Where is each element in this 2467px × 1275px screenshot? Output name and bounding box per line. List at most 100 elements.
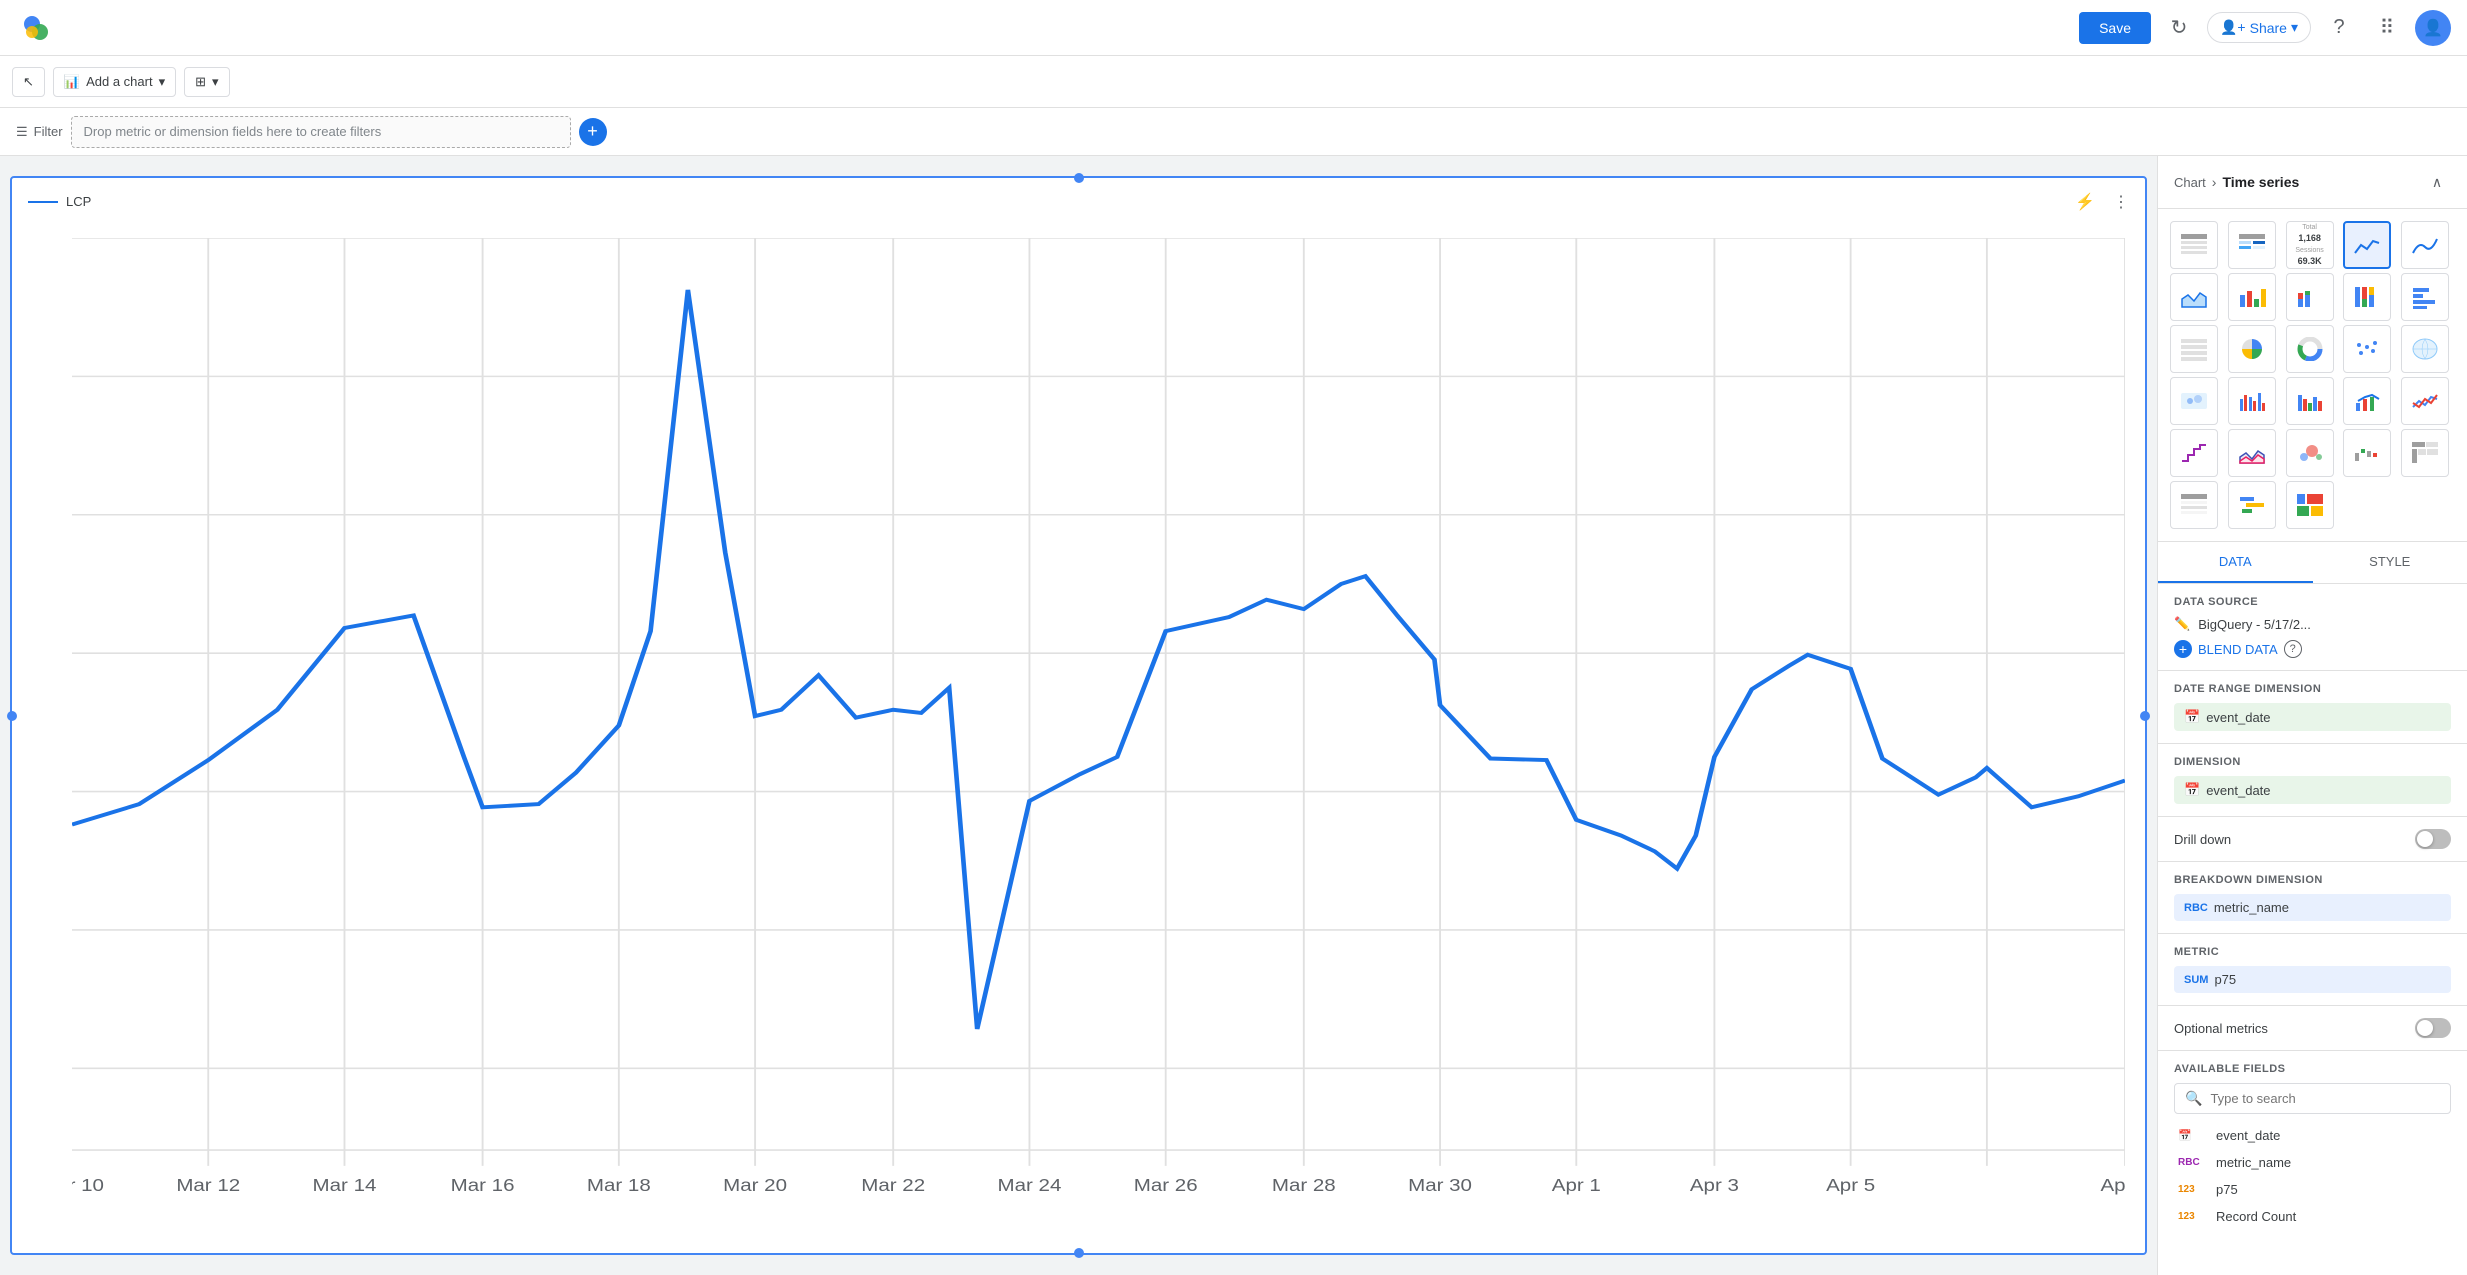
field-name-metric-name: metric_name <box>2216 1155 2291 1170</box>
filter-icon: ☰ <box>16 124 28 140</box>
save-button[interactable]: Save <box>2079 12 2151 44</box>
share-button[interactable]: 👤+ Share ▾ <box>2207 12 2311 43</box>
chart-type-scorecard[interactable]: Total 1,168 Sessions 69.3K <box>2286 221 2334 269</box>
select-tool-button[interactable]: ↖ <box>12 67 45 97</box>
filter-drop-text: Drop metric or dimension fields here to … <box>84 124 382 139</box>
tab-data[interactable]: DATA <box>2158 542 2313 583</box>
optional-metrics-toggle[interactable] <box>2415 1018 2451 1038</box>
chart-type-grouped-bar[interactable] <box>2286 377 2334 425</box>
field-name-record-count: Record Count <box>2216 1209 2296 1224</box>
filter-drop-zone[interactable]: Drop metric or dimension fields here to … <box>71 116 571 148</box>
calendar-icon-dim: 📅 <box>2184 782 2200 798</box>
date-range-label: Date Range Dimension <box>2174 683 2451 695</box>
chart-more-button[interactable]: ⋮ <box>2105 186 2137 218</box>
filter-add-button[interactable]: + <box>579 118 607 146</box>
metric-field[interactable]: SUM p75 <box>2174 966 2451 993</box>
data-source-row[interactable]: ✏️ BigQuery - 5/17/2... <box>2174 616 2451 632</box>
chart-type-bubble[interactable] <box>2286 429 2334 477</box>
date-range-field-name: event_date <box>2206 710 2270 725</box>
chart-type-area[interactable] <box>2170 273 2218 321</box>
svg-text:Mar 30: Mar 30 <box>1408 1176 1472 1195</box>
svg-text:Mar 26: Mar 26 <box>1134 1176 1198 1195</box>
chart-svg: 4K 3.8K 3.6K 3.4K 3.2K 3K 2.8K 2.6K Mar … <box>72 238 2125 1213</box>
chevron-down-icon: ▾ <box>159 74 166 90</box>
optional-metrics-row: Optional metrics <box>2174 1018 2451 1038</box>
chart-type-multi-line[interactable] <box>2401 377 2449 425</box>
help-button[interactable]: ? <box>2319 8 2359 48</box>
chart-type-geo-map[interactable] <box>2170 377 2218 425</box>
chart-type-time-series[interactable] <box>2343 221 2391 269</box>
cursor-icon: ↖ <box>23 74 34 90</box>
chart-container[interactable]: ⚡ ⋮ LCP <box>10 176 2147 1255</box>
chart-type-combo[interactable] <box>2343 377 2391 425</box>
field-name-p75: p75 <box>2216 1182 2238 1197</box>
field-item-record-count[interactable]: 123 Record Count <box>2174 1203 2451 1230</box>
field-item-p75[interactable]: 123 p75 <box>2174 1176 2451 1203</box>
chart-type-stepped[interactable] <box>2170 429 2218 477</box>
date-range-field[interactable]: 📅 event_date <box>2174 703 2451 731</box>
resize-handle-top[interactable] <box>1074 173 1084 183</box>
drill-down-toggle[interactable] <box>2415 829 2451 849</box>
calendar-icon: 📅 <box>2184 709 2200 725</box>
chart-type-scatter[interactable] <box>2343 325 2391 373</box>
chart-type-area2[interactable] <box>2228 429 2276 477</box>
search-field-container: 🔍 <box>2174 1083 2451 1114</box>
panel-collapse-button[interactable]: ∧ <box>2423 168 2451 196</box>
filterbar: ☰ Filter Drop metric or dimension fields… <box>0 108 2467 156</box>
svg-text:Mar 16: Mar 16 <box>451 1176 515 1195</box>
search-input[interactable] <box>2210 1091 2440 1106</box>
blend-data-row[interactable]: + BLEND DATA ? <box>2174 640 2451 658</box>
field-item-metric-name[interactable]: RBC metric_name <box>2174 1149 2451 1176</box>
svg-text:Apr 7: Apr 7 <box>2100 1176 2125 1195</box>
chart-type-100-bar[interactable] <box>2343 273 2391 321</box>
right-panel: Chart › Time series ∧ Total 1,168 Sessio… <box>2157 156 2467 1275</box>
user-avatar[interactable]: 👤 <box>2415 10 2451 46</box>
drill-down-row: Drill down <box>2174 829 2451 849</box>
blend-add-icon: + <box>2174 640 2192 658</box>
dimension-field[interactable]: 📅 event_date <box>2174 776 2451 804</box>
chart-type-pie[interactable] <box>2228 325 2276 373</box>
chart-type-bar[interactable] <box>2228 273 2276 321</box>
chart-type-colored-blocks[interactable] <box>2286 481 2334 529</box>
chart-svg-container: 4K 3.8K 3.6K 3.4K 3.2K 3K 2.8K 2.6K Mar … <box>12 228 2145 1253</box>
svg-text:Apr 5: Apr 5 <box>1826 1176 1875 1195</box>
date-range-section: Date Range Dimension 📅 event_date <box>2158 671 2467 744</box>
dimension-label: Dimension <box>2174 756 2451 768</box>
svg-text:Mar 12: Mar 12 <box>176 1176 240 1195</box>
abc-icon: RBC <box>2184 902 2208 914</box>
topbar: Save ↻ 👤+ Share ▾ ? ⠿ 👤 <box>0 0 2467 56</box>
main-content: ⚡ ⋮ LCP <box>0 156 2467 1275</box>
breakdown-field[interactable]: RBC metric_name <box>2174 894 2451 921</box>
chart-type-table2[interactable] <box>2170 481 2218 529</box>
available-fields-label: Available Fields <box>2174 1063 2451 1075</box>
svg-text:Apr 1: Apr 1 <box>1552 1176 1601 1195</box>
chart-type-waterfall[interactable] <box>2343 429 2391 477</box>
chart-type-gantt[interactable] <box>2228 481 2276 529</box>
chart-type-smooth-line[interactable] <box>2401 221 2449 269</box>
chart-type-horizontal-bar[interactable] <box>2401 273 2449 321</box>
chart-lightning-button[interactable]: ⚡ <box>2069 186 2101 218</box>
filter-label: ☰ Filter <box>16 124 63 140</box>
app-logo[interactable] <box>16 8 56 48</box>
breadcrumb-separator: › <box>2212 174 2217 190</box>
chart-type-donut[interactable] <box>2286 325 2334 373</box>
apps-button[interactable]: ⠿ <box>2367 8 2407 48</box>
chart-type-stacked-list[interactable] <box>2170 325 2218 373</box>
topbar-actions: Save ↻ 👤+ Share ▾ ? ⠿ 👤 <box>2079 8 2451 48</box>
canvas-area[interactable]: ⚡ ⋮ LCP <box>0 156 2157 1275</box>
field-item-event-date[interactable]: 📅 event_date <box>2174 1122 2451 1149</box>
chart-toolbar: ⚡ ⋮ <box>2069 186 2137 218</box>
legend-line <box>28 201 58 203</box>
chart-type-multi-bar[interactable] <box>2228 377 2276 425</box>
chart-type-map[interactable] <box>2401 325 2449 373</box>
chart-type-table[interactable] <box>2170 221 2218 269</box>
breadcrumb-current: Time series <box>2222 174 2299 190</box>
chart-type-pivot-table[interactable] <box>2401 429 2449 477</box>
refresh-button[interactable]: ↻ <box>2159 8 2199 48</box>
chart-type-stacked-bar[interactable] <box>2286 273 2334 321</box>
add-chart-button[interactable]: 📊 Add a chart ▾ <box>53 67 176 97</box>
chart-type-table-heat[interactable] <box>2228 221 2276 269</box>
tab-style[interactable]: STYLE <box>2313 542 2467 583</box>
help-circle-icon[interactable]: ? <box>2284 640 2302 658</box>
controls-button[interactable]: ⊞ ▾ <box>184 67 229 97</box>
